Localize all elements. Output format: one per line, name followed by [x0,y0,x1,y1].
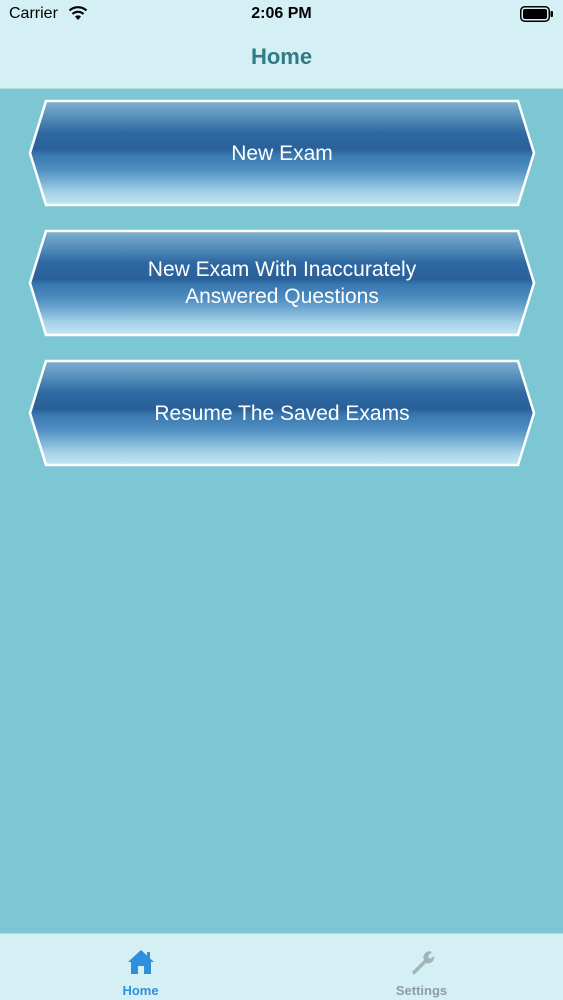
battery-icon [520,6,553,22]
new-exam-label: New Exam [231,141,333,165]
tab-home-label: Home [122,983,159,998]
tab-bar: Home Settings [0,933,563,1000]
navigation-bar: Home [0,30,563,89]
tab-settings[interactable]: Settings [281,934,562,1000]
tab-settings-label: Settings [395,983,448,998]
house-icon [128,950,154,974]
wrench-icon [412,951,435,975]
new-exam-inaccurate-label: New Exam With Inaccurately Answered Ques… [147,258,417,308]
resume-saved-exams-button[interactable]: Resume The Saved Exams [28,359,536,467]
status-time: 2:06 PM [251,5,312,22]
main-content: New Exam New Exam With Inaccurately Answ… [0,89,563,933]
page-title: Home [250,44,313,69]
status-bar: Carrier 2:06 PM [0,0,563,30]
new-exam-button[interactable]: New Exam [28,99,536,207]
new-exam-inaccurate-button[interactable]: New Exam With Inaccurately Answered Ques… [28,229,536,337]
resume-saved-exams-label: Resume The Saved Exams [154,401,410,425]
tab-home[interactable]: Home [0,934,281,1000]
